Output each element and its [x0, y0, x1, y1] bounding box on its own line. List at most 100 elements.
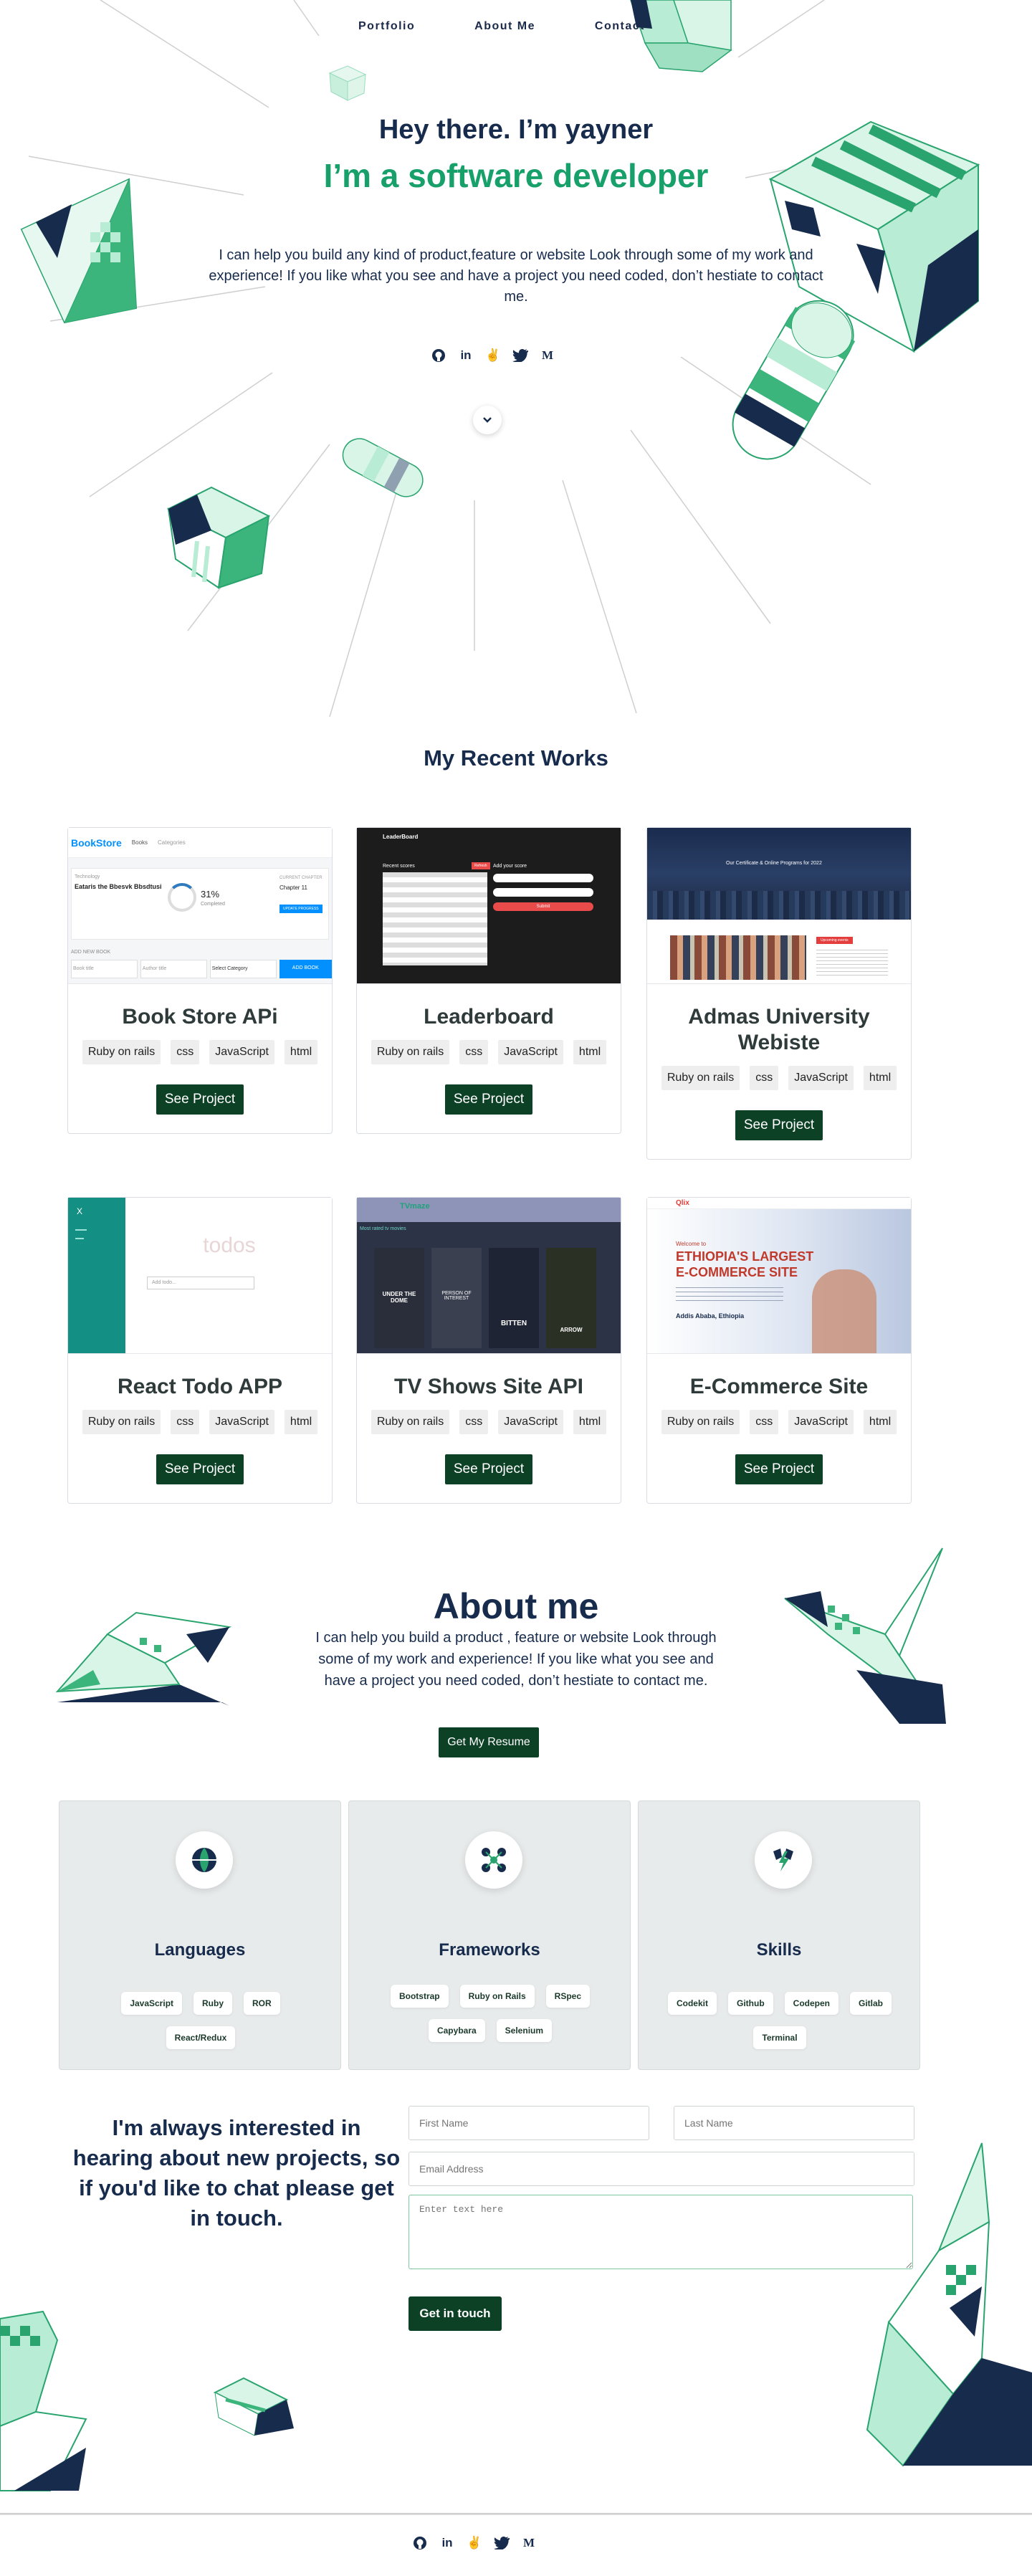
thumb-admas-upcoming: Upcoming events [816, 937, 853, 944]
skill-chips: Codekit Github Codepen Gitlab Terminal [660, 1992, 899, 2049]
skill-card-languages: Languages JavaScript Ruby ROR React/Redu… [59, 1800, 341, 2070]
project-tags: Ruby on rails css JavaScript html [68, 1040, 332, 1064]
see-project-button[interactable]: See Project [444, 1454, 533, 1484]
project-card: Qlix Welcome to ETHIOPIA'S LARGEST E-COM… [646, 1197, 912, 1504]
tag: JavaScript [209, 1410, 274, 1434]
origami-prism-left [20, 178, 138, 324]
skill-chip: Ruby on Rails [459, 1985, 535, 2008]
thumb-bookstore-genre: Technology [75, 874, 100, 879]
angellist-icon[interactable]: ✌ [466, 2534, 483, 2552]
thumb-leaderboard-brand: LeaderBoard [383, 834, 419, 840]
origami-small-cube [328, 65, 367, 101]
tag: JavaScript [498, 1410, 563, 1434]
thumb-tvshows-brand: TVmaze [400, 1202, 430, 1211]
github-icon[interactable] [411, 2534, 429, 2552]
tag: JavaScript [788, 1066, 854, 1090]
tag: html [284, 1410, 318, 1434]
tag: JavaScript [209, 1040, 274, 1064]
thumb-ecommerce-line2: E-COMMERCE SITE [676, 1265, 798, 1279]
skill-chip: Codekit [667, 1992, 717, 2015]
thumb-admas-headline: Our Certificate & Online Programs for 20… [726, 861, 822, 866]
skill-chip: Selenium [496, 2019, 553, 2042]
tag: html [863, 1410, 897, 1434]
tag: Ruby on rails [661, 1410, 740, 1434]
skill-title: Languages [154, 1940, 246, 1960]
thumb-bookstore-pct: 31% [201, 889, 220, 900]
project-title: E-Commerce Site [689, 1375, 869, 1398]
skill-chip: Codepen [784, 1992, 838, 2015]
page: Portfolio About Me Contact Hey there. I’… [0, 0, 1032, 2576]
thumb-leaderboard-recent: Recent scores [383, 864, 415, 869]
medium-icon[interactable]: M [520, 2534, 538, 2552]
project-title: React Todo APP [117, 1375, 283, 1398]
twitter-icon[interactable] [493, 2534, 510, 2552]
get-resume-button[interactable]: Get My Resume [439, 1727, 539, 1757]
thumb-ecommerce-line1: ETHIOPIA'S LARGEST [676, 1249, 814, 1264]
email-field[interactable] [408, 2152, 914, 2186]
get-in-touch-button[interactable]: Get in touch [408, 2296, 502, 2331]
see-project-button[interactable]: See Project [735, 1454, 823, 1484]
project-tags: Ruby on rails css JavaScript html [68, 1410, 332, 1434]
thumb-leaderboard-add: Add your score [493, 864, 527, 869]
tag: css [171, 1040, 200, 1064]
thumb-bookstore-nav-categories: Categories [158, 839, 186, 846]
works-title: My Recent Works [424, 745, 608, 771]
nav-contact[interactable]: Contact [595, 20, 645, 33]
see-project-button[interactable]: See Project [444, 1084, 533, 1115]
origami-tower-right [866, 2142, 1032, 2467]
twitter-icon[interactable] [512, 347, 529, 364]
tag: css [171, 1410, 200, 1434]
nav-portfolio[interactable]: Portfolio [358, 20, 415, 33]
skill-card-skills: Skills Codekit Github Codepen Gitlab Ter… [638, 1800, 920, 2070]
tag: Ruby on rails [371, 1040, 450, 1064]
skill-title: Skills [756, 1940, 802, 1960]
thumb-bookstore-category: Select Category [209, 960, 277, 978]
footer-social-links: in ✌ M [411, 2534, 538, 2552]
thumb-tvshows-section: Most rated tv movies [360, 1226, 406, 1231]
angellist-icon[interactable]: ✌ [484, 347, 502, 364]
thumb-leaderboard-refresh: Refresh [472, 862, 490, 869]
project-card: BookStore Books Categories Technology Ea… [67, 827, 333, 1134]
project-tags: Ruby on rails css JavaScript html [357, 1040, 621, 1064]
nav-about-me[interactable]: About Me [474, 20, 535, 33]
medium-icon[interactable]: M [539, 347, 556, 364]
tag: JavaScript [498, 1040, 563, 1064]
tag: html [284, 1040, 318, 1064]
origami-pill-small [342, 438, 424, 497]
see-project-button[interactable]: See Project [156, 1084, 244, 1115]
skill-chip: Capybara [428, 2019, 485, 2042]
origami-box-left [166, 486, 271, 589]
project-tags: Ruby on rails css JavaScript html [357, 1410, 621, 1434]
network-icon [465, 1831, 522, 1889]
see-project-button[interactable]: See Project [735, 1110, 823, 1140]
tag: html [573, 1040, 607, 1064]
hero-role: I’m a software developer [323, 157, 709, 194]
see-project-button[interactable]: See Project [156, 1454, 244, 1484]
linkedin-icon[interactable]: in [439, 2534, 456, 2552]
thumb-tvshows-poster: PERSON OF INTEREST [431, 1248, 482, 1348]
thumb-bookstore-book: Eataris the Bbesvk Bbsdtusi [75, 883, 162, 890]
github-icon[interactable] [430, 347, 447, 364]
thumb-todo-add-placeholder: Add todo... [147, 1277, 254, 1289]
project-title: Leaderboard [424, 1005, 554, 1029]
first-name-field[interactable] [408, 2106, 649, 2140]
contact-heading: I'm always interested in hearing about n… [72, 2115, 401, 2231]
thumb-ecommerce-logo: Qlix [676, 1199, 689, 1207]
skill-chip: RSpec [545, 1985, 591, 2008]
skill-chip: React/Redux [166, 2026, 236, 2049]
scroll-down-button[interactable] [473, 406, 502, 434]
linkedin-icon[interactable]: in [457, 347, 474, 364]
thumb-bookstore-progress-btn: UPDATE PROGRESS [280, 905, 322, 913]
thumb-bookstore-add: ADD NEW BOOK [71, 950, 111, 955]
message-field[interactable] [408, 2195, 913, 2269]
thumb-todo-close: X [77, 1206, 83, 1216]
thumb-todo-word: todos [203, 1234, 256, 1257]
last-name-field[interactable] [674, 2106, 914, 2140]
origami-shard-left [0, 2310, 87, 2491]
project-thumbnail: Qlix Welcome to ETHIOPIA'S LARGEST E-COM… [647, 1198, 911, 1354]
skill-chip: JavaScript [121, 1992, 183, 2015]
project-card: X todos Add todo... React Todo APP Ruby … [67, 1197, 333, 1504]
about-text: I can help you build a product , feature… [315, 1630, 717, 1689]
skill-chip: ROR [244, 1992, 280, 2015]
tag: css [459, 1410, 489, 1434]
